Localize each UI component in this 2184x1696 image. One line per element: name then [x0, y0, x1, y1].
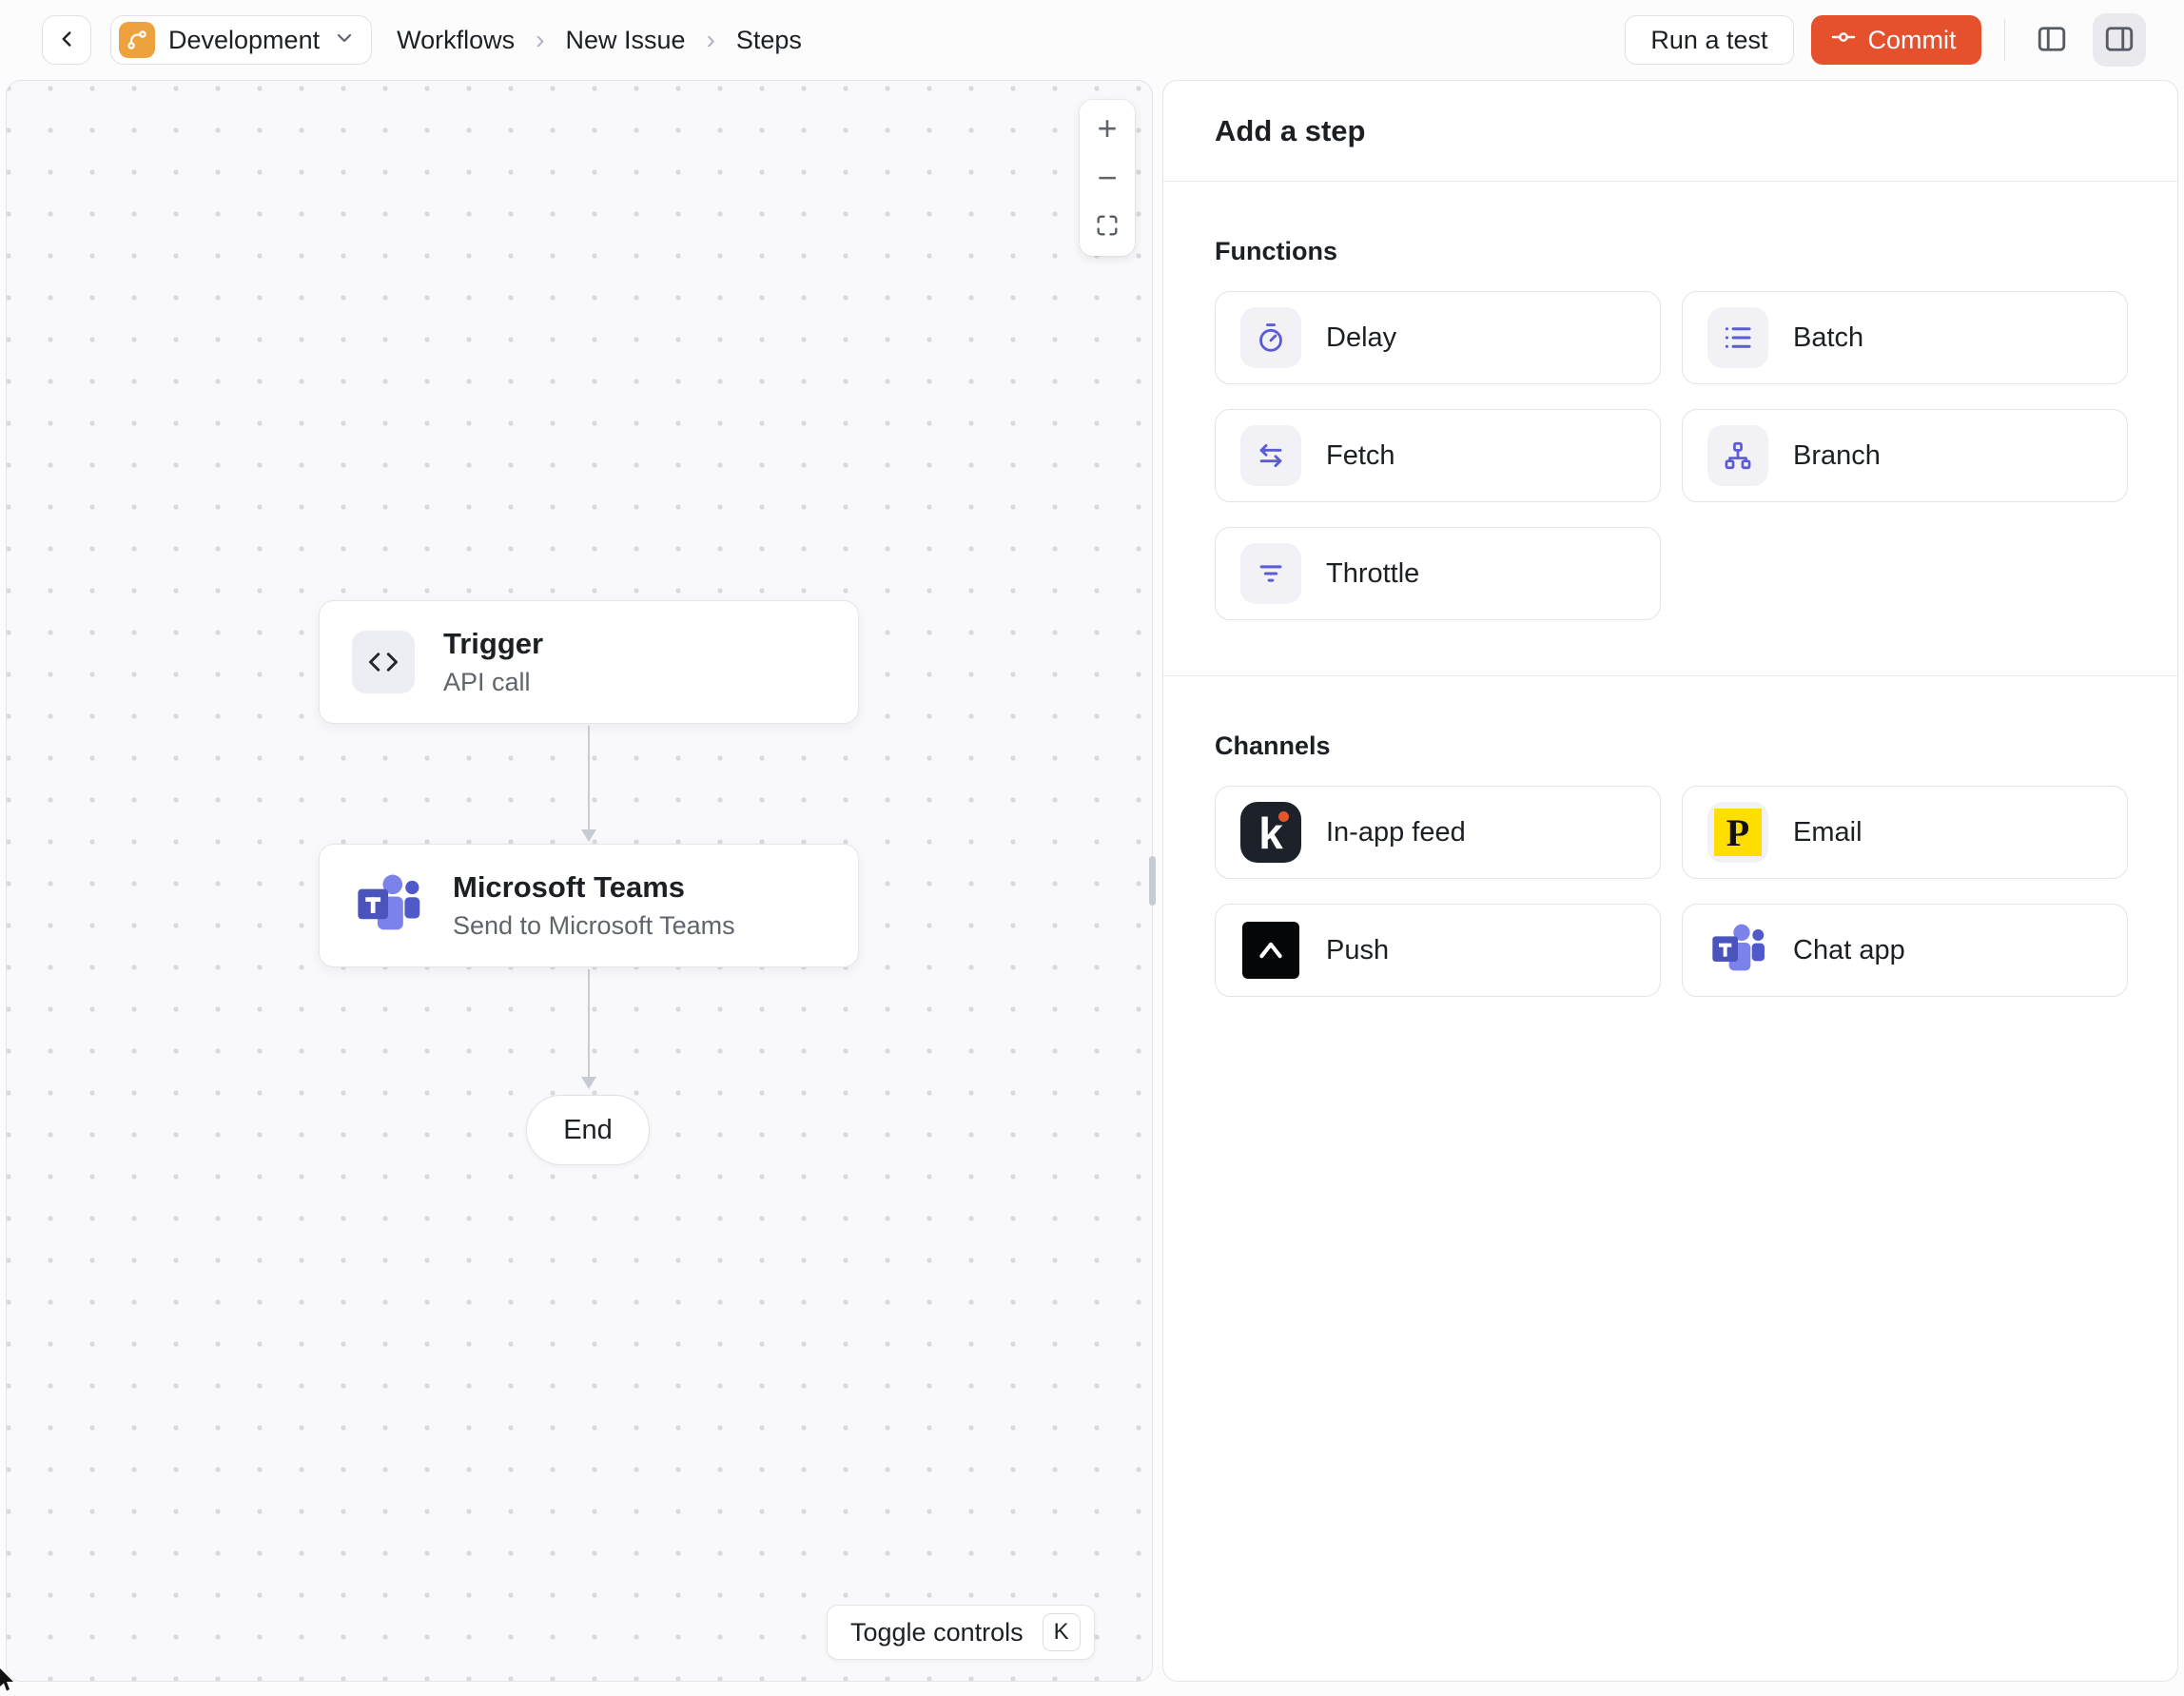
- knock-icon: k: [1240, 802, 1301, 863]
- channel-card-label: In-app feed: [1326, 816, 1466, 848]
- chevron-left-icon: [54, 27, 79, 54]
- ms-teams-icon: [1707, 920, 1768, 981]
- postmark-icon: P: [1707, 802, 1768, 863]
- stopwatch-icon: [1240, 307, 1301, 368]
- channels-heading: Channels: [1215, 731, 1331, 760]
- toggle-left-panel-button[interactable]: [2028, 16, 2076, 64]
- end-node[interactable]: End: [526, 1095, 650, 1165]
- hierarchy-icon: [1707, 425, 1768, 486]
- teams-node-subtitle: Send to Microsoft Teams: [453, 911, 735, 940]
- breadcrumb-new-issue[interactable]: New Issue: [565, 26, 685, 55]
- commit-icon: [1830, 24, 1857, 57]
- channels-grid: k In-app feed P Email Push Chat app: [1215, 786, 2128, 997]
- channel-card-label: Email: [1793, 816, 1862, 848]
- expo-icon: [1240, 920, 1301, 981]
- chevron-down-icon: [333, 27, 356, 54]
- section-divider: [1163, 675, 2177, 676]
- commit-button[interactable]: Commit: [1810, 15, 1981, 65]
- toggle-controls-button[interactable]: Toggle controls K: [827, 1605, 1095, 1660]
- step-card-batch[interactable]: Batch: [1682, 291, 2128, 384]
- list-icon: [1707, 307, 1768, 368]
- breadcrumb-separator: ›: [706, 25, 715, 54]
- channel-card-label: Chat app: [1793, 934, 1905, 965]
- channel-card-push[interactable]: Push: [1215, 904, 1661, 997]
- toggle-controls-label: Toggle controls: [850, 1617, 1024, 1647]
- channel-card-email[interactable]: P Email: [1682, 786, 2128, 879]
- swap-arrows-icon: [1240, 425, 1301, 486]
- ms-teams-icon: [352, 869, 424, 942]
- git-branch-icon: [119, 22, 155, 58]
- breadcrumb-steps[interactable]: Steps: [736, 26, 802, 55]
- fit-view-icon: [1094, 207, 1121, 247]
- back-button[interactable]: [42, 15, 91, 65]
- channel-card-label: Push: [1326, 934, 1390, 965]
- step-card-label: Delay: [1326, 322, 1397, 353]
- step-card-label: Throttle: [1326, 557, 1420, 589]
- step-card-label: Fetch: [1326, 439, 1395, 471]
- toggle-right-panel-button[interactable]: [2093, 13, 2146, 67]
- panel-title: Add a step: [1215, 113, 1366, 147]
- breadcrumb: Workflows › New Issue › Steps: [397, 25, 802, 55]
- workflow-canvas[interactable]: Trigger API call Microsoft Teams Send to…: [6, 80, 1153, 1682]
- zoom-in-button[interactable]: +: [1080, 104, 1135, 153]
- environment-label: Development: [168, 25, 321, 54]
- filter-lines-icon: [1240, 543, 1301, 604]
- notification-dot: [1278, 811, 1289, 822]
- environment-selector[interactable]: Development: [110, 15, 373, 65]
- channel-card-in-app-feed[interactable]: k In-app feed: [1215, 786, 1661, 879]
- channel-card-chat-app[interactable]: Chat app: [1682, 904, 2128, 997]
- panel-resize-handle[interactable]: [1149, 856, 1156, 906]
- code-icon: [352, 631, 415, 693]
- add-step-panel: Add a step Functions Delay Batch Fetch B…: [1162, 80, 2178, 1682]
- run-a-test-button[interactable]: Run a test: [1625, 15, 1794, 65]
- breadcrumb-workflows[interactable]: Workflows: [397, 26, 515, 55]
- panel-right-icon: [2102, 22, 2136, 59]
- zoom-out-button[interactable]: −: [1080, 153, 1135, 203]
- teams-node-title: Microsoft Teams: [453, 870, 686, 904]
- panel-header: Add a step: [1163, 81, 2177, 182]
- edge-arrow: [576, 726, 601, 848]
- step-card-branch[interactable]: Branch: [1682, 409, 2128, 502]
- edge-arrow: [576, 969, 601, 1096]
- top-bar: Development Workflows › New Issue › Step…: [0, 0, 2184, 80]
- microsoft-teams-node[interactable]: Microsoft Teams Send to Microsoft Teams: [319, 844, 859, 967]
- trigger-node-title: Trigger: [443, 627, 544, 660]
- trigger-node[interactable]: Trigger API call: [319, 600, 859, 724]
- breadcrumb-separator: ›: [536, 25, 545, 54]
- panel-left-icon: [2035, 22, 2069, 59]
- step-card-throttle[interactable]: Throttle: [1215, 527, 1661, 620]
- trigger-node-subtitle: API call: [443, 668, 531, 696]
- step-card-delay[interactable]: Delay: [1215, 291, 1661, 384]
- step-card-label: Batch: [1793, 322, 1864, 353]
- step-card-fetch[interactable]: Fetch: [1215, 409, 1661, 502]
- topbar-actions: Run a test Commit: [1625, 13, 2146, 67]
- zoom-controls: + −: [1080, 100, 1135, 256]
- commit-label: Commit: [1867, 25, 1957, 54]
- functions-grid: Delay Batch Fetch Branch Throttle: [1215, 291, 2128, 620]
- functions-heading: Functions: [1215, 237, 1337, 265]
- step-card-label: Branch: [1793, 439, 1881, 471]
- mouse-cursor: [0, 1668, 17, 1696]
- keyboard-shortcut-badge: K: [1042, 1613, 1081, 1651]
- fit-view-button[interactable]: [1080, 203, 1135, 252]
- topbar-divider: [2003, 19, 2005, 61]
